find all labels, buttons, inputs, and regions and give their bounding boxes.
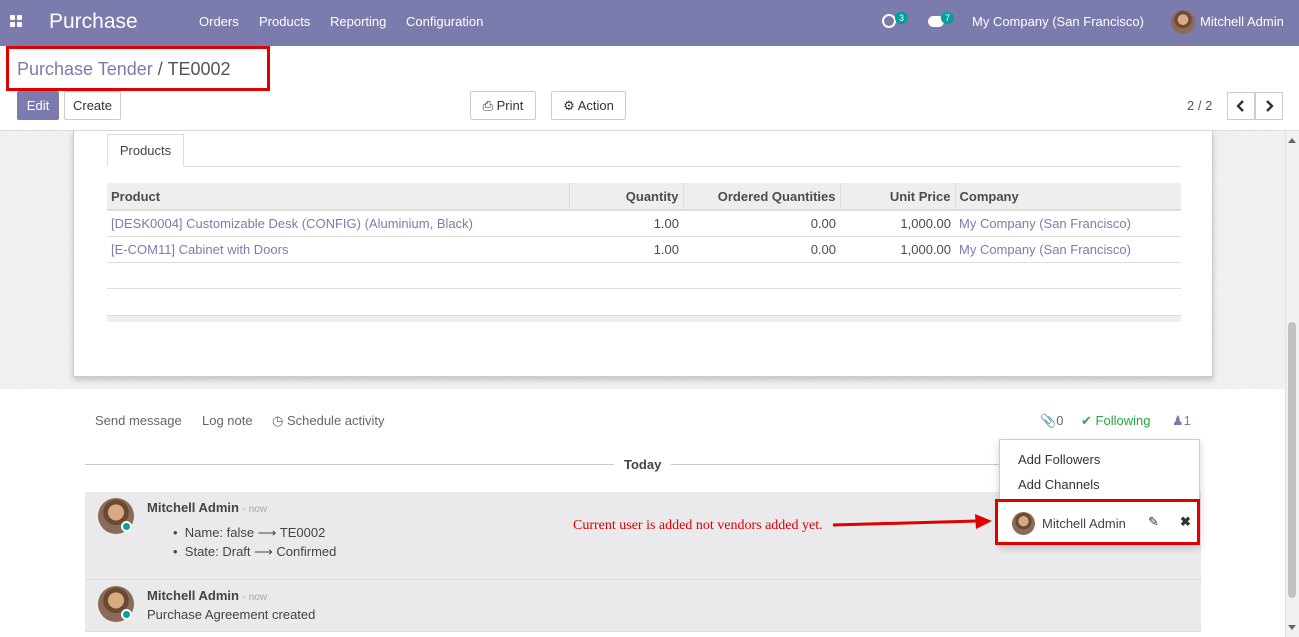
cell-ordered-quantity: 0.00 (683, 236, 840, 263)
message-time: - now (242, 592, 268, 603)
apps-menu-icon[interactable] (10, 15, 24, 29)
add-channels-item[interactable]: Add Channels (1018, 477, 1100, 492)
message-time: - now (242, 504, 268, 515)
change-new-value: Confirmed (276, 544, 337, 559)
online-status-icon (121, 521, 132, 532)
activity-icon[interactable] (882, 14, 896, 28)
empty-row (107, 262, 1181, 289)
pager-next-button[interactable] (1255, 92, 1283, 120)
table-footer (107, 315, 1181, 322)
col-quantity[interactable]: Quantity (569, 183, 684, 211)
chevron-right-icon (1266, 100, 1274, 112)
author-name[interactable]: Mitchell Admin (147, 500, 239, 515)
col-company[interactable]: Company (955, 183, 1181, 211)
arrow-right-icon: ⟶ (257, 525, 277, 540)
user-avatar[interactable] (1171, 10, 1195, 34)
top-navbar: Purchase Orders Products Reporting Confi… (0, 0, 1299, 46)
menu-configuration[interactable]: Configuration (406, 14, 483, 29)
products-table: Product Quantity Ordered Quantities Unit… (107, 183, 1181, 289)
pager-value[interactable]: 2 / 2 (1187, 98, 1212, 113)
user-menu[interactable]: Mitchell Admin (1200, 14, 1284, 29)
form-sheet: Products Product Quantity Ordered Quanti… (73, 131, 1213, 377)
chevron-left-icon (1236, 100, 1244, 112)
check-icon: ✔ (1081, 413, 1092, 428)
messages-count-badge: 7 (941, 12, 955, 24)
col-ordered-quantities[interactable]: Ordered Quantities (683, 183, 841, 211)
tracking-change: • Name: false ⟶ TE0002 (173, 525, 326, 540)
print-button[interactable]: ⎙ Print (470, 91, 536, 120)
today-label: Today (614, 457, 672, 472)
follower-avatar[interactable] (1012, 512, 1035, 535)
print-label: Print (496, 98, 524, 113)
user-icon: ♟ (1172, 413, 1184, 428)
following-label: Following (1095, 413, 1151, 428)
cell-quantity: 1.00 (569, 210, 683, 237)
schedule-activity-button[interactable]: ◷ Schedule activity (272, 413, 385, 429)
tab-divider (107, 166, 1181, 167)
followers-count: 1 (1183, 413, 1191, 428)
followers-button[interactable]: ♟1 (1172, 413, 1191, 429)
scroll-down-arrow[interactable] (1288, 625, 1296, 630)
message-body: Purchase Agreement created (147, 607, 316, 622)
remove-close-icon[interactable]: ✖ (1180, 514, 1191, 530)
col-unit-price[interactable]: Unit Price (840, 183, 956, 211)
menu-reporting[interactable]: Reporting (330, 14, 386, 29)
online-status-icon (121, 609, 132, 620)
author-name[interactable]: Mitchell Admin (147, 588, 239, 603)
col-product[interactable]: Product (107, 183, 570, 211)
add-followers-item[interactable]: Add Followers (1018, 452, 1100, 467)
annotation-text: Current user is added not vendors added … (573, 518, 823, 533)
cell-product[interactable]: [E-COM11] Cabinet with Doors (107, 236, 569, 263)
paperclip-icon: 📎 (1040, 413, 1057, 428)
cell-company[interactable]: My Company (San Francisco) (955, 210, 1181, 237)
attachments-button[interactable]: 📎0 (1040, 413, 1063, 429)
print-icon: ⎙ (482, 98, 494, 113)
change-old-value: Name: false (184, 525, 255, 540)
edit-button[interactable]: Edit (17, 91, 59, 120)
cell-unit-price: 1,000.00 (840, 210, 955, 237)
cell-ordered-quantity: 0.00 (683, 210, 840, 237)
message-author[interactable]: Mitchell Admin - now (147, 588, 267, 603)
table-row[interactable]: [DESK0004] Customizable Desk (CONFIG) (A… (107, 210, 1181, 237)
change-old-value: State: Draft (184, 544, 251, 559)
cell-quantity: 1.00 (569, 236, 683, 263)
menu-orders[interactable]: Orders (199, 14, 239, 29)
tab-products[interactable]: Products (107, 134, 184, 167)
message-author[interactable]: Mitchell Admin - now (147, 500, 267, 515)
pager-previous-button[interactable] (1227, 92, 1255, 120)
activity-count-badge: 3 (895, 12, 909, 24)
gear-icon: ⚙ (563, 98, 575, 113)
action-button[interactable]: ⚙ Action (551, 91, 626, 120)
table-row[interactable]: [E-COM11] Cabinet with Doors 1.00 0.00 1… (107, 236, 1181, 263)
action-label: Action (577, 98, 614, 113)
highlight-box-follower: Mitchell Admin ✎ ✖ (995, 499, 1200, 545)
log-note-button[interactable]: Log note (202, 413, 253, 428)
scroll-up-arrow[interactable] (1288, 138, 1296, 143)
scrollbar-thumb[interactable] (1288, 322, 1296, 598)
cell-product[interactable]: [DESK0004] Customizable Desk (CONFIG) (A… (107, 210, 569, 237)
arrow-right-icon: ⟶ (254, 544, 273, 559)
chatter-message: Mitchell Admin - now Purchase Agreement … (85, 580, 1201, 632)
clock-icon: ◷ (272, 413, 284, 428)
follower-name[interactable]: Mitchell Admin (1042, 516, 1126, 531)
control-panel: Purchase Tender / TE0002 Edit Create ⎙ P… (0, 46, 1299, 131)
change-new-value: TE0002 (279, 525, 326, 540)
app-title[interactable]: Purchase (49, 10, 138, 34)
highlight-box-breadcrumb (6, 46, 270, 91)
schedule-activity-label: Schedule activity (286, 413, 385, 428)
cell-unit-price: 1,000.00 (840, 236, 955, 263)
annotation-arrow-icon (832, 514, 992, 529)
send-message-button[interactable]: Send message (95, 413, 182, 428)
following-button[interactable]: ✔ Following (1081, 413, 1150, 429)
company-switcher[interactable]: My Company (San Francisco) (972, 14, 1144, 29)
create-button[interactable]: Create (64, 91, 121, 120)
tracking-change: • State: Draft ⟶ Confirmed (173, 544, 337, 559)
edit-pencil-icon[interactable]: ✎ (1148, 514, 1159, 530)
attachments-count: 0 (1056, 413, 1064, 428)
menu-products[interactable]: Products (259, 14, 310, 29)
cell-company[interactable]: My Company (San Francisco) (955, 236, 1181, 263)
